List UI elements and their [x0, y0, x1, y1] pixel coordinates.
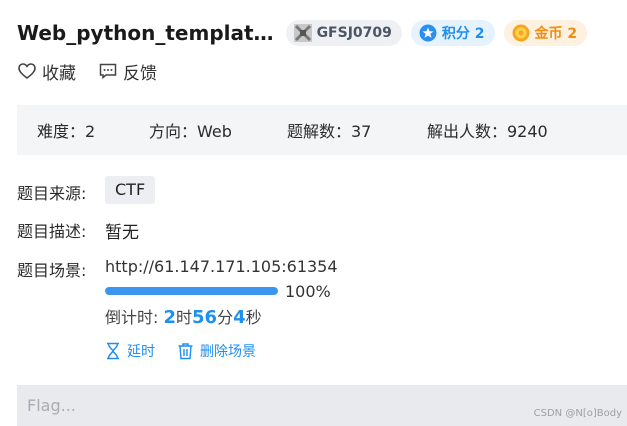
- countdown-hours: 2: [163, 307, 177, 328]
- difficulty-stat: 难度：2: [37, 122, 96, 141]
- countdown-prefix: 倒计时:: [105, 308, 164, 327]
- progress-text: 100%: [285, 282, 331, 301]
- scene-progress-bar: [105, 287, 278, 295]
- stats-bar: 难度：2 方向：Web 题解数：37 解出人数：9240: [17, 105, 627, 155]
- comment-icon: [99, 63, 117, 80]
- diamond-icon: [419, 24, 437, 42]
- scene-label: 题目场景:: [17, 261, 87, 280]
- scene-url-link[interactable]: http://61.147.171.105:61354: [105, 257, 338, 276]
- favorite-label: 收藏: [42, 63, 76, 84]
- source-tag: CTF: [105, 176, 156, 204]
- scene-actions: 延时 删除场景: [105, 340, 278, 362]
- avatar-icon: [293, 24, 312, 42]
- flag-input[interactable]: [17, 385, 627, 426]
- score-label: 积分 2: [441, 26, 485, 42]
- desc-value: 暂无: [105, 223, 139, 243]
- feedback-label: 反馈: [123, 63, 157, 84]
- countdown-hours-unit: 时: [176, 308, 193, 327]
- countdown: 倒计时: 2时56分4秒: [105, 304, 262, 328]
- coin-badge: 金币 2: [503, 20, 588, 46]
- challenge-title: Web_python_templat…: [17, 21, 274, 45]
- countdown-minutes: 56: [192, 307, 218, 328]
- solves-stat: 题解数：37: [287, 122, 372, 141]
- direction-stat: 方向：Web: [149, 122, 232, 141]
- coin-icon: [512, 24, 530, 42]
- author-badge[interactable]: GFSJ0709: [285, 20, 402, 46]
- trash-icon: [178, 343, 193, 360]
- solvers-stat: 解出人数：9240: [427, 122, 548, 141]
- title-row: Web_python_templat… GFSJ0709 积分 2 金币 2: [17, 18, 596, 48]
- hourglass-icon: [107, 342, 119, 360]
- source-label: 题目来源:: [17, 184, 87, 203]
- coin-label: 金币 2: [534, 26, 578, 42]
- author-name: GFSJ0709: [316, 25, 392, 41]
- delete-scene-button[interactable]: 删除场景: [177, 341, 256, 361]
- desc-label: 题目描述:: [17, 222, 87, 241]
- extend-button[interactable]: 延时: [105, 341, 155, 361]
- scene-progress-fill: [105, 287, 278, 295]
- extend-label: 延时: [127, 344, 155, 360]
- feedback-button[interactable]: 反馈: [98, 59, 157, 84]
- countdown-seconds-unit: 秒: [245, 308, 262, 327]
- score-badge: 积分 2: [410, 20, 495, 46]
- countdown-minutes-unit: 分: [217, 308, 234, 327]
- delete-label: 删除场景: [200, 344, 256, 360]
- countdown-seconds: 4: [233, 307, 246, 328]
- heart-icon: [18, 63, 36, 80]
- actions-row: 收藏 反馈: [17, 58, 179, 84]
- favorite-button[interactable]: 收藏: [17, 59, 76, 84]
- watermark: CSDN @N[o]Body: [533, 408, 622, 419]
